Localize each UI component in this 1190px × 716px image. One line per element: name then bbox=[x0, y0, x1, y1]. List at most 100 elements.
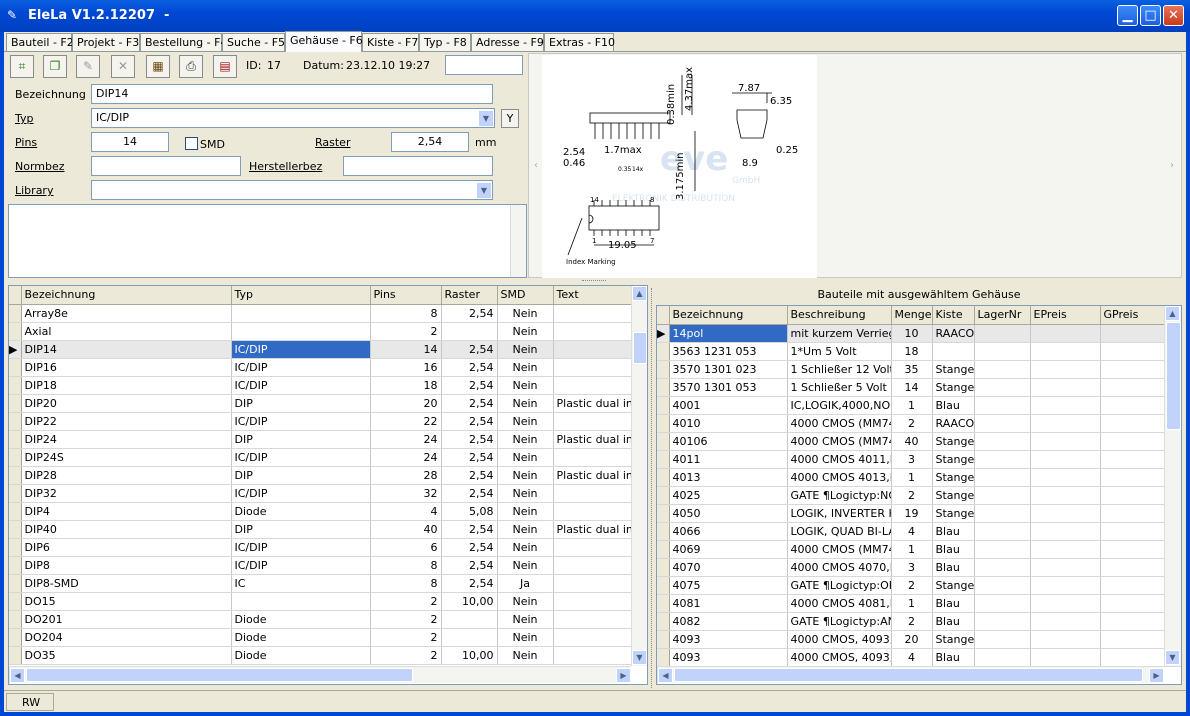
smd-checkbox[interactable] bbox=[185, 137, 198, 150]
table-row[interactable]: 40934000 CMOS, 4093, D20Stange bbox=[657, 630, 1181, 649]
table-row[interactable]: DIP20DIP202,54NeinPlastic dual in-li bbox=[9, 394, 647, 413]
cell-bezeichnung[interactable]: DIP8 bbox=[21, 556, 232, 575]
cell-lagernr[interactable] bbox=[974, 378, 1031, 397]
vertical-splitter[interactable] bbox=[651, 288, 655, 688]
cell-smd[interactable]: Nein bbox=[497, 610, 554, 629]
cell-beschreibung[interactable]: GATE ¶Logictyp:OR ¶ bbox=[787, 576, 892, 595]
cell-bezeichnung[interactable]: 4093 bbox=[669, 648, 788, 667]
cell-typ[interactable]: IC/DIP bbox=[231, 340, 371, 359]
cell-text[interactable]: Plastic dual in-li bbox=[553, 394, 634, 413]
cell-beschreibung[interactable]: 1 Schließer 12 Volt bbox=[787, 360, 892, 379]
cell-bezeichnung[interactable]: DIP24 bbox=[21, 430, 232, 449]
cell-menge[interactable]: 2 bbox=[891, 414, 933, 433]
normbez-field[interactable] bbox=[91, 156, 241, 176]
cell-menge[interactable]: 18 bbox=[891, 342, 933, 361]
cell-pins[interactable]: 24 bbox=[370, 430, 442, 449]
library-select[interactable] bbox=[91, 180, 493, 200]
cell-menge[interactable]: 1 bbox=[891, 396, 933, 415]
table-row[interactable]: 4082GATE ¶Logictyp:AND2Blau bbox=[657, 612, 1181, 631]
table-row[interactable]: DIP40DIP402,54NeinPlastic dual in-li bbox=[9, 520, 647, 539]
cell-typ[interactable]: Diode bbox=[231, 646, 371, 665]
cell-bezeichnung[interactable]: Axial bbox=[21, 322, 232, 341]
parts-scroll-right-icon[interactable]: ▶ bbox=[1149, 668, 1164, 683]
cell-bezeichnung[interactable]: DIP16 bbox=[21, 358, 232, 377]
col-parts-kiste[interactable]: Kiste bbox=[932, 306, 975, 325]
cell-smd[interactable]: Nein bbox=[497, 484, 554, 503]
cell-beschreibung[interactable]: 4000 CMOS (MM74C bbox=[787, 432, 892, 451]
cell-bezeichnung[interactable]: 4066 bbox=[669, 522, 788, 541]
cell-menge[interactable]: 20 bbox=[891, 630, 933, 649]
cell-menge[interactable]: 2 bbox=[891, 612, 933, 631]
cell-kiste[interactable] bbox=[932, 342, 975, 361]
cell-text[interactable]: Plastic dual in-li bbox=[553, 520, 634, 539]
cell-beschreibung[interactable]: 4000 CMOS 4070,DII bbox=[787, 558, 892, 577]
cell-kiste[interactable]: RAACO bbox=[932, 414, 975, 433]
cell-kiste[interactable]: Blau bbox=[932, 558, 975, 577]
tab-projekt[interactable]: Projekt - F3 bbox=[72, 33, 140, 51]
table-row[interactable]: 4050LOGIK, INVERTER HE19Stange bbox=[657, 504, 1181, 523]
table-row[interactable]: DIP18 IC/DIP 18 2,54 Nein bbox=[9, 376, 647, 395]
table-row[interactable]: 40104000 CMOS (MM74C2RAACO bbox=[657, 414, 1181, 433]
raster-field[interactable]: 2,54 bbox=[391, 132, 469, 152]
cell-bezeichnung[interactable]: DIP18 bbox=[21, 376, 232, 395]
cell-kiste[interactable]: Blau bbox=[932, 540, 975, 559]
cell-lagernr[interactable] bbox=[974, 630, 1031, 649]
cell-beschreibung[interactable]: 4000 CMOS (MM74C bbox=[787, 540, 892, 559]
table-row[interactable]: Array8e 8 2,54 Nein bbox=[9, 304, 647, 323]
cell-typ[interactable]: DIP bbox=[231, 430, 371, 449]
cell-pins[interactable]: 18 bbox=[370, 376, 442, 395]
right-grid-vscrollbar[interactable]: ▲ ▼ bbox=[1164, 306, 1181, 666]
cell-bezeichnung[interactable]: 4001 bbox=[669, 396, 788, 415]
cell-raster[interactable] bbox=[441, 628, 498, 647]
cell-smd[interactable]: Nein bbox=[497, 628, 554, 647]
cell-pins[interactable]: 14 bbox=[370, 340, 442, 359]
typ-select[interactable]: IC/DIP bbox=[91, 108, 495, 128]
cell-text[interactable] bbox=[553, 304, 634, 323]
cell-bezeichnung[interactable]: DIP4 bbox=[21, 502, 232, 521]
close-button[interactable]: ✕ bbox=[1163, 5, 1184, 26]
cell-menge[interactable]: 4 bbox=[891, 522, 933, 541]
scroll-up-icon[interactable]: ▲ bbox=[632, 286, 647, 301]
table-row[interactable]: 40814000 CMOS 4081,DII1Blau bbox=[657, 594, 1181, 613]
scroll-right-icon[interactable]: ▶ bbox=[616, 668, 631, 683]
cell-menge[interactable]: 10 bbox=[891, 324, 933, 343]
cell-smd[interactable]: Nein bbox=[497, 304, 554, 323]
table-row[interactable]: Axial 2 Nein bbox=[9, 322, 647, 341]
cell-kiste[interactable]: Stange bbox=[932, 432, 975, 451]
cell-text[interactable] bbox=[553, 448, 634, 467]
cell-raster[interactable]: 2,54 bbox=[441, 538, 498, 557]
maximize-button[interactable]: □ bbox=[1140, 5, 1161, 26]
cell-text[interactable]: Plastic dual in-li bbox=[553, 466, 634, 485]
cell-smd[interactable]: Nein bbox=[497, 340, 554, 359]
cell-raster[interactable] bbox=[441, 610, 498, 629]
cell-epreis[interactable] bbox=[1030, 414, 1101, 433]
cell-bezeichnung[interactable]: 4082 bbox=[669, 612, 788, 631]
cell-smd[interactable]: Nein bbox=[497, 520, 554, 539]
parts-scroll-down-icon[interactable]: ▼ bbox=[1165, 650, 1180, 665]
cell-typ[interactable]: Diode bbox=[231, 502, 371, 521]
cell-bezeichnung[interactable]: DO201 bbox=[21, 610, 232, 629]
cell-menge[interactable]: 2 bbox=[891, 486, 933, 505]
cell-raster[interactable]: 10,00 bbox=[441, 592, 498, 611]
cell-menge[interactable]: 1 bbox=[891, 468, 933, 487]
cell-bezeichnung[interactable]: 4081 bbox=[669, 594, 788, 613]
table-row[interactable]: 4025GATE ¶Logictyp:NOR2Stange bbox=[657, 486, 1181, 505]
cell-bezeichnung[interactable]: 4070 bbox=[669, 558, 788, 577]
cell-kiste[interactable]: Blau bbox=[932, 612, 975, 631]
cell-menge[interactable]: 2 bbox=[891, 576, 933, 595]
table-row[interactable]: ▶ DIP14 IC/DIP 14 2,54 Nein bbox=[9, 340, 647, 359]
cell-lagernr[interactable] bbox=[974, 324, 1031, 343]
delete-record-button[interactable]: ✕ bbox=[111, 55, 135, 78]
table-row[interactable]: 3563 1231 053 1*Um 5 Volt 18 bbox=[657, 342, 1181, 361]
cell-smd[interactable]: Nein bbox=[497, 412, 554, 431]
table-row[interactable]: 401064000 CMOS (MM74C40Stange bbox=[657, 432, 1181, 451]
cell-bezeichnung[interactable]: Array8e bbox=[21, 304, 232, 323]
cell-bezeichnung[interactable]: 4075 bbox=[669, 576, 788, 595]
cell-lagernr[interactable] bbox=[974, 432, 1031, 451]
table-row[interactable]: 40134000 CMOS 4013,DII1Stange bbox=[657, 468, 1181, 487]
cell-text[interactable] bbox=[553, 574, 634, 593]
col-bezeichnung[interactable]: Bezeichnung bbox=[21, 286, 232, 305]
cell-pins[interactable]: 16 bbox=[370, 358, 442, 377]
bezeichnung-field[interactable]: DIP14 bbox=[91, 84, 493, 104]
cell-smd[interactable]: Nein bbox=[497, 376, 554, 395]
